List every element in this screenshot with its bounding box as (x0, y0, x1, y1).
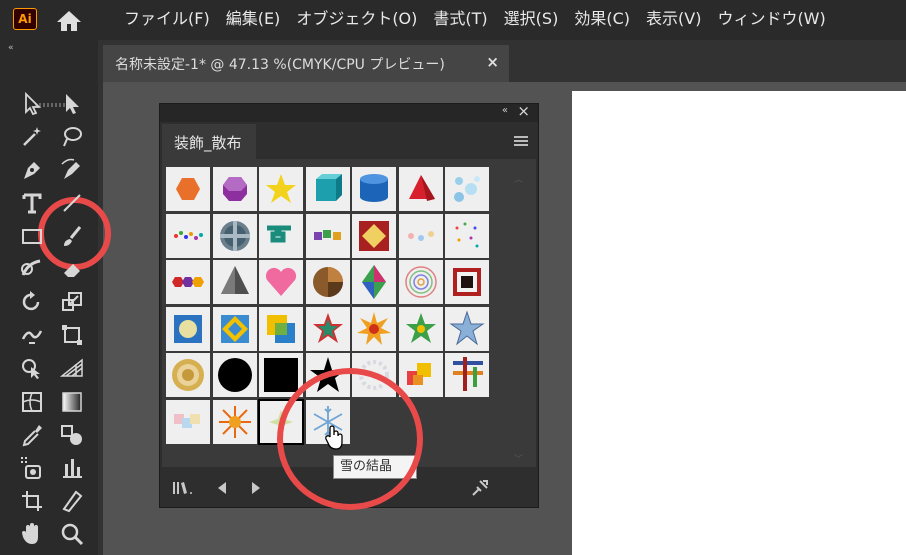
symbol-cross-blocks[interactable] (259, 214, 303, 258)
symbol-overlap-squares[interactable] (399, 353, 443, 397)
menu-item[interactable]: 選択(S) (496, 8, 567, 30)
symbol-black-circle[interactable] (213, 353, 257, 397)
symbol-hexagon[interactable] (166, 167, 210, 211)
menu-item[interactable]: 書式(T) (425, 8, 495, 30)
magic-wand-tool-icon[interactable] (18, 123, 46, 151)
hand-cursor-icon (324, 425, 346, 451)
symbol-concentric-circles[interactable] (399, 260, 443, 304)
symbol-sun-flare[interactable] (213, 400, 257, 444)
shape-builder-tool-icon[interactable] (18, 354, 46, 382)
home-icon[interactable] (55, 9, 83, 33)
scale-tool-icon[interactable] (58, 288, 86, 316)
symbol-star[interactable] (259, 167, 303, 211)
symbol-square-circle[interactable] (166, 307, 210, 351)
scroll-down-icon[interactable]: ﹀ (514, 452, 523, 465)
symbol-striped-cross[interactable] (445, 353, 489, 397)
panel-close-icon[interactable]: × (517, 102, 530, 120)
symbol-bubbles[interactable] (445, 167, 489, 211)
menu-items: ファイル(F) 編集(E) オブジェクト(O) 書式(T) 選択(S) 効果(C) 表示(V… (116, 8, 834, 30)
shaper-tool-icon[interactable] (18, 255, 46, 283)
symbol-confetti-dots[interactable] (166, 214, 210, 258)
symbol-diamond-gem[interactable] (352, 260, 396, 304)
symbol-libraries-menu-icon[interactable] (172, 480, 194, 496)
symbol-heart[interactable] (259, 260, 303, 304)
next-library-icon[interactable] (250, 481, 262, 495)
symbol-crosshair-circle[interactable] (213, 214, 257, 258)
slice-tool-icon[interactable] (58, 487, 86, 515)
app-logo[interactable]: Ai (13, 8, 37, 30)
scroll-up-icon[interactable]: ︿ (514, 172, 523, 185)
menu-item[interactable]: ファイル(F) (116, 8, 218, 30)
column-graph-tool-icon[interactable] (58, 454, 86, 482)
symbol-orange-star[interactable] (352, 307, 396, 351)
symbol-triangular-pyramid[interactable] (213, 260, 257, 304)
eyedropper-tool-icon[interactable] (18, 421, 46, 449)
symbol-nested-squares[interactable] (445, 260, 489, 304)
symbol-pyramid[interactable] (399, 167, 443, 211)
panel-collapse-icon[interactable]: « (502, 105, 508, 116)
symbol-cylinder[interactable] (352, 167, 396, 211)
previous-library-icon[interactable] (216, 481, 228, 495)
perspective-grid-tool-icon[interactable] (58, 354, 86, 382)
highlight-circle-snowflake (277, 368, 423, 510)
free-transform-tool-icon[interactable] (58, 321, 86, 349)
panel-menu-icon[interactable] (514, 136, 528, 146)
close-document-icon[interactable]: × (486, 53, 499, 71)
symbol-multicolor-star[interactable] (306, 307, 350, 351)
symbol-small-cubes[interactable] (306, 214, 350, 258)
artboard[interactable] (572, 91, 906, 555)
document-tab-title: 名称未設定-1* @ 47.13 %(CMYK/CPU プレビュー) (115, 57, 445, 73)
symbol-cube[interactable] (306, 167, 350, 211)
menu-item[interactable]: オブジェクト(O) (288, 8, 425, 30)
symbol-sprayer-tool-icon[interactable] (18, 454, 46, 482)
panel-scrollbar[interactable]: ︿ ﹀ (514, 172, 524, 465)
mesh-tool-icon[interactable] (18, 388, 46, 416)
document-tab[interactable]: 名称未設定-1* @ 47.13 %(CMYK/CPU プレビュー) × (103, 45, 509, 82)
symbol-sunburst-circle[interactable] (166, 353, 210, 397)
width-tool-icon[interactable] (18, 321, 46, 349)
selection-tool-icon[interactable] (18, 90, 46, 118)
type-tool-icon[interactable] (18, 189, 46, 217)
menu-item[interactable]: 表示(V) (638, 8, 709, 30)
panel-tab[interactable]: 装飾_散布 (162, 124, 256, 159)
panel-title-bar[interactable]: « × (160, 102, 538, 122)
zoom-tool-icon[interactable] (58, 520, 86, 548)
rectangle-tool-icon[interactable] (18, 222, 46, 250)
symbol-hexagon-chain[interactable] (166, 260, 210, 304)
paintbrush-tool-icon[interactable] (58, 222, 86, 250)
rotate-tool-icon[interactable] (18, 288, 46, 316)
symbol-diamond-frame[interactable] (213, 307, 257, 351)
hand-tool-icon[interactable] (18, 520, 46, 548)
symbol-sparkle-dots[interactable] (445, 214, 489, 258)
symbol-soft-dots[interactable] (399, 214, 443, 258)
pen-tool-icon[interactable] (18, 156, 46, 184)
collapse-toolbar-icon[interactable]: « (8, 43, 13, 53)
symbol-color-pie[interactable] (306, 260, 350, 304)
blend-tool-icon[interactable] (58, 421, 86, 449)
line-tool-icon[interactable] (58, 189, 86, 217)
symbol-offset-squares[interactable] (259, 307, 303, 351)
symbol-blue-star[interactable] (445, 307, 489, 351)
gradient-tool-icon[interactable] (58, 388, 86, 416)
lasso-tool-icon[interactable] (58, 123, 86, 151)
break-link-icon[interactable] (470, 478, 490, 498)
panel-tab-label: 装飾_散布 (174, 134, 242, 152)
symbol-green-star[interactable] (399, 307, 443, 351)
symbol-faded-squares[interactable] (166, 400, 210, 444)
artboard-tool-icon[interactable] (18, 487, 46, 515)
symbol-diamond-tile[interactable] (352, 214, 396, 258)
eraser-tool-icon[interactable] (58, 255, 86, 283)
menu-item[interactable]: ウィンドウ(W) (709, 8, 833, 30)
menu-item[interactable]: 効果(C) (566, 8, 638, 30)
menu-bar: Ai ファイル(F) 編集(E) オブジェクト(O) 書式(T) 選択(S) 効果(C) 表… (0, 0, 906, 40)
menu-item[interactable]: 編集(E) (218, 8, 289, 30)
symbol-hexagonal-prism[interactable] (213, 167, 257, 211)
direct-selection-tool-icon[interactable] (58, 90, 86, 118)
curvature-tool-icon[interactable] (58, 156, 86, 184)
